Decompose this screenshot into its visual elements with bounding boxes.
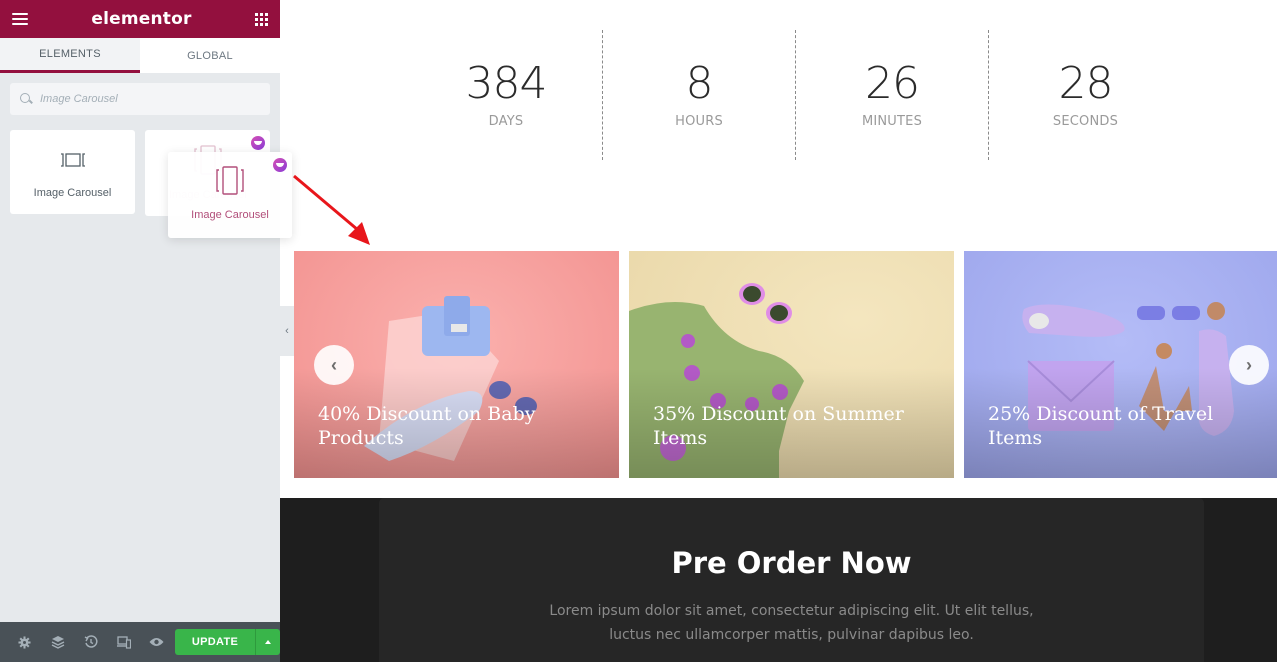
collapse-panel-button[interactable]: ‹ — [280, 306, 294, 356]
widget-label: Image Carousel — [33, 187, 112, 199]
navigator-icon[interactable] — [41, 622, 74, 662]
carousel-slide[interactable]: 35% Discount on Summer Items — [629, 251, 954, 478]
preview-icon[interactable] — [140, 622, 173, 662]
widget-image-carousel[interactable]: Image Carousel — [10, 130, 135, 214]
elementor-logo: elementor — [91, 9, 192, 29]
save-options-caret-button[interactable] — [255, 629, 280, 655]
countdown-days: 384 DAYS — [410, 30, 603, 160]
countdown-label: HOURS — [675, 114, 723, 129]
history-icon[interactable] — [74, 622, 107, 662]
countdown-seconds: 28 SECONDS — [989, 30, 1182, 160]
countdown-label: SECONDS — [1052, 114, 1119, 129]
tab-global[interactable]: GLOBAL — [140, 38, 280, 73]
widget-search-input[interactable] — [40, 93, 260, 105]
tab-elements[interactable]: ELEMENTS — [0, 38, 140, 73]
search-icon — [20, 93, 32, 105]
slide-caption: 40% Discount on Baby Products — [318, 403, 536, 449]
preorder-section: Pre Order Now Lorem ipsum dolor sit amet… — [280, 498, 1277, 662]
settings-icon[interactable] — [8, 622, 41, 662]
chevron-right-icon: › — [1246, 354, 1252, 375]
image-carousel-icon — [60, 153, 85, 167]
media-carousel-icon — [216, 166, 244, 195]
countdown-value: 384 — [465, 58, 548, 109]
countdown-minutes: 26 MINUTES — [796, 30, 989, 160]
carousel-prev-button[interactable]: ‹ — [314, 345, 354, 385]
pro-badge-icon — [273, 158, 287, 172]
dragging-widget-media-carousel[interactable]: Image Carousel — [168, 152, 292, 238]
carousel-next-button[interactable]: › — [1229, 345, 1269, 385]
elementor-panel: elementor ELEMENTS GLOBAL Image Carousel — [0, 0, 292, 662]
preorder-title: Pre Order Now — [671, 546, 912, 580]
update-button[interactable]: UPDATE — [175, 629, 255, 655]
panel-tabs: ELEMENTS GLOBAL — [0, 38, 280, 73]
countdown-label: DAYS — [488, 114, 524, 129]
widget-label: Image Carousel — [191, 209, 269, 221]
panel-header: elementor — [0, 0, 280, 38]
preorder-container: Pre Order Now Lorem ipsum dolor sit amet… — [379, 498, 1204, 662]
drag-direction-arrow-icon — [293, 174, 370, 245]
preorder-text: Lorem ipsum dolor sit amet, consectetur … — [549, 603, 1034, 643]
countdown-value: 26 — [865, 58, 920, 109]
slide-caption: 35% Discount on Summer Items — [653, 403, 904, 449]
countdown-widget: 384 DAYS 8 HOURS 26 MINUTES 28 SECONDS — [410, 30, 1190, 160]
chevron-left-icon: ‹ — [331, 354, 337, 375]
widgets-grid-icon[interactable] — [254, 12, 268, 26]
responsive-icon[interactable] — [107, 622, 140, 662]
pro-badge-icon — [251, 136, 265, 150]
widget-search — [10, 83, 270, 115]
countdown-value: 8 — [685, 58, 714, 109]
countdown-value: 28 — [1058, 58, 1114, 109]
panel-footer: UPDATE — [0, 622, 280, 662]
menu-icon[interactable] — [12, 13, 28, 25]
countdown-label: MINUTES — [861, 114, 923, 129]
slide-caption: 25% Discount of Travel Items — [988, 403, 1214, 449]
countdown-hours: 8 HOURS — [603, 30, 796, 160]
elementor-editor: elementor ELEMENTS GLOBAL Image Carousel — [0, 0, 1277, 662]
